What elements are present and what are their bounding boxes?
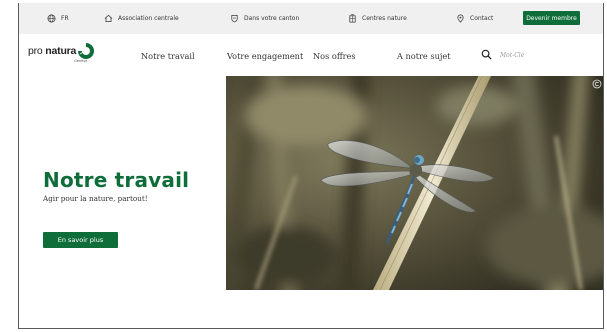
hero-subtitle: Agir pour la nature, partout! (43, 194, 148, 203)
canton-link[interactable]: Dans votre canton (230, 14, 299, 23)
browser-frame: FR Association centrale Dans votre canto… (18, 3, 604, 329)
building-icon (349, 14, 356, 23)
search-icon[interactable] (481, 49, 492, 60)
centres-link[interactable]: Centres nature (348, 14, 407, 23)
language-selector[interactable]: FR (47, 14, 69, 23)
home-icon (104, 14, 113, 23)
centres-label: Centres nature (362, 15, 407, 22)
pro-natura-logo[interactable]: pro natura Genève (28, 42, 95, 63)
association-label: Association centrale (118, 15, 179, 22)
canton-label: Dans votre canton (244, 15, 300, 22)
language-label: FR (61, 15, 69, 22)
association-link[interactable]: Association centrale (104, 14, 179, 23)
logo-leaf-icon (78, 43, 95, 59)
contact-link[interactable]: Contact (456, 14, 493, 23)
logo-wordmark: pro natura (28, 45, 77, 57)
become-member-button[interactable]: Devenir membre (523, 11, 580, 25)
hero-title: Notre travail (43, 168, 190, 192)
location-pin-icon (457, 14, 464, 23)
main-navigation: pro natura Genève Notre travail Votre en… (19, 34, 603, 76)
search-input[interactable] (500, 48, 580, 62)
nav-nos-offres[interactable]: Nos offres (313, 51, 356, 61)
nav-notre-travail[interactable]: Notre travail (141, 51, 195, 61)
nav-a-notre-sujet[interactable]: A notre sujet (397, 51, 451, 61)
shield-icon (231, 14, 238, 23)
top-utility-bar: FR Association centrale Dans votre canto… (19, 3, 603, 34)
learn-more-button[interactable]: En savoir plus (43, 232, 118, 248)
hero-dragonfly-photo (226, 76, 603, 290)
globe-icon (47, 14, 56, 23)
logo-subtitle: Genève (74, 59, 88, 63)
nav-votre-engagement[interactable]: Votre engagement (227, 51, 303, 61)
contact-label: Contact (470, 15, 494, 22)
hero-text: Notre travail Agir pour la nature, parto… (43, 168, 189, 203)
